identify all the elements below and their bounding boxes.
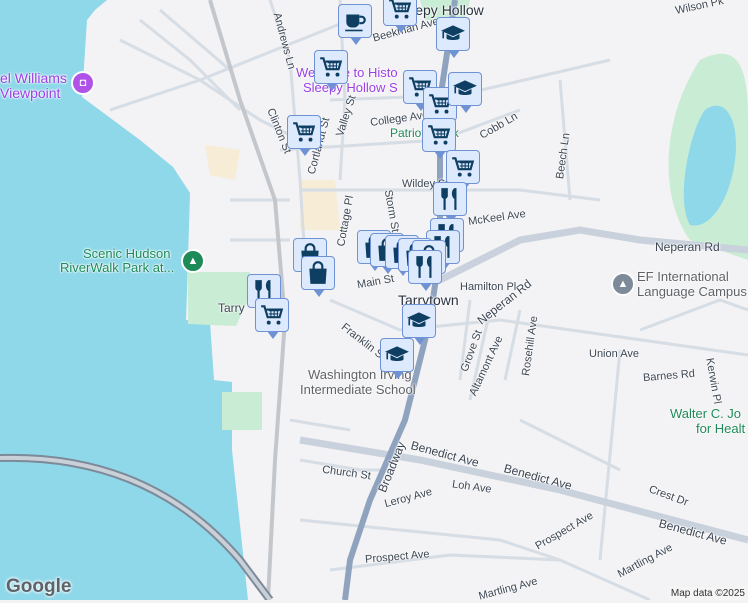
map-marker-graduation-cap[interactable] bbox=[402, 304, 436, 345]
school-area bbox=[205, 145, 240, 180]
map-marker-cart[interactable] bbox=[314, 50, 348, 91]
map-marker-graduation-cap[interactable] bbox=[380, 338, 414, 379]
coffee-icon bbox=[345, 14, 366, 32]
cart-icon bbox=[389, 0, 412, 19]
tree-icon[interactable]: ▲ bbox=[181, 249, 205, 273]
graduation-cap-icon bbox=[407, 312, 431, 327]
cart-icon bbox=[428, 125, 451, 145]
cart-icon bbox=[320, 57, 343, 77]
park-area bbox=[222, 392, 262, 430]
street-label: Union Ave bbox=[589, 348, 639, 360]
walter-label-2: for Healt bbox=[696, 421, 746, 436]
graduation-cap-icon bbox=[385, 346, 409, 361]
street-label: Neperan Rd bbox=[655, 240, 720, 254]
map-marker-shopping-bag[interactable] bbox=[301, 256, 335, 297]
map-marker-cart[interactable] bbox=[255, 298, 289, 339]
tarry-label: Tarry bbox=[218, 301, 245, 315]
map-marker-cart[interactable] bbox=[383, 0, 417, 33]
cart-icon bbox=[452, 157, 475, 177]
riverwalk-label[interactable]: Scenic Hudson bbox=[83, 246, 170, 261]
map-marker-graduation-cap[interactable] bbox=[448, 72, 482, 113]
map-marker-coffee[interactable] bbox=[338, 4, 372, 45]
restaurant-icon bbox=[441, 188, 457, 210]
map-marker-restaurant[interactable] bbox=[408, 250, 442, 291]
google-logo: Google bbox=[6, 576, 72, 597]
map-marker-graduation-cap[interactable] bbox=[436, 17, 470, 58]
education-icon[interactable]: ▲ bbox=[611, 272, 635, 296]
washington-label-2: Intermediate School bbox=[300, 382, 416, 397]
cart-icon bbox=[261, 305, 284, 325]
map-marker-cart[interactable] bbox=[287, 115, 321, 156]
graduation-cap-icon bbox=[453, 80, 477, 95]
park-area bbox=[188, 272, 250, 326]
map-marker-cart[interactable] bbox=[446, 150, 480, 191]
viewpoint-label[interactable]: el Williams bbox=[0, 70, 67, 86]
viewpoint-label-2: Viewpoint bbox=[0, 85, 61, 101]
attribution[interactable]: Map data ©2025 bbox=[667, 587, 748, 600]
street-label: Hamilton Pl bbox=[460, 281, 517, 293]
school-area bbox=[300, 180, 340, 230]
restaurant-icon bbox=[416, 256, 432, 278]
ef-label-2: Language Campus bbox=[637, 284, 747, 299]
ef-label[interactable]: EF International bbox=[637, 269, 729, 284]
cart-icon bbox=[293, 122, 316, 142]
map-marker-restaurant[interactable] bbox=[433, 182, 467, 223]
map-marker-cart[interactable] bbox=[422, 118, 456, 159]
graduation-cap-icon bbox=[441, 25, 465, 40]
shopping-bag-icon bbox=[309, 261, 327, 284]
walter-label[interactable]: Walter C. Jo bbox=[670, 406, 741, 421]
camera-icon[interactable]: ◘ bbox=[71, 71, 95, 95]
riverwalk-label-2: RiverWalk Park at... bbox=[60, 260, 175, 275]
